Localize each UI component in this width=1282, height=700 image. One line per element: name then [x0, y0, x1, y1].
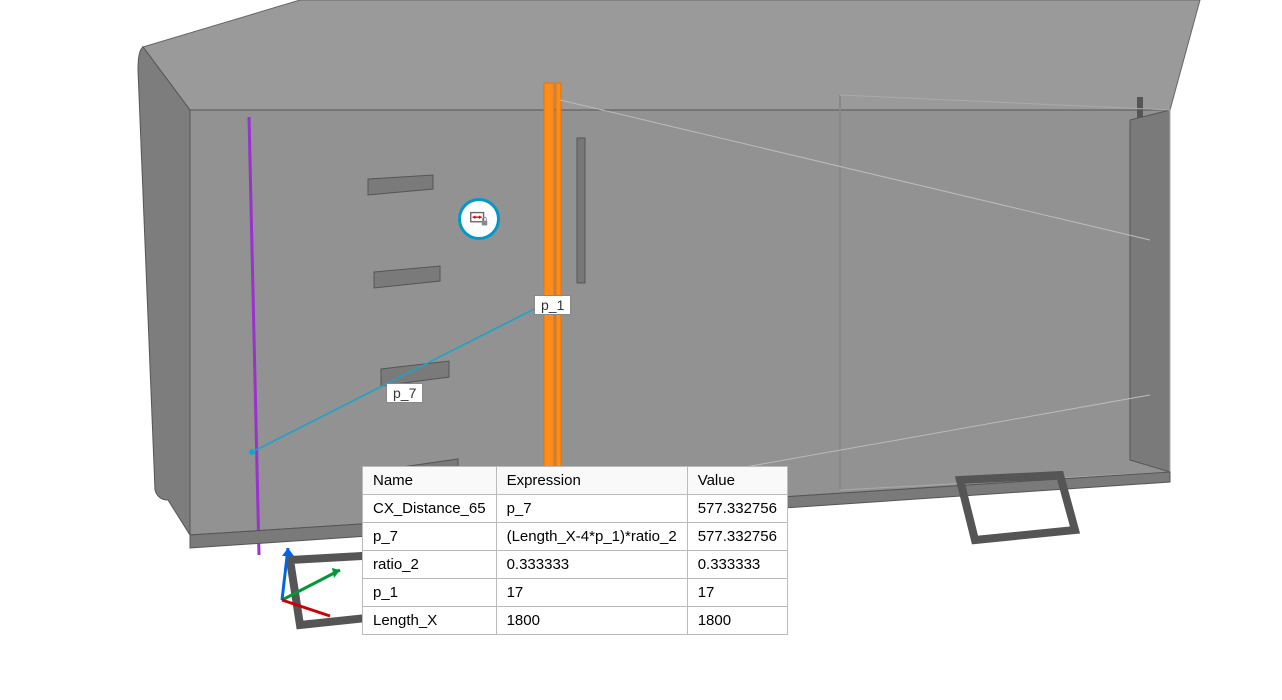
- table-row[interactable]: ratio_2 0.333333 0.333333: [363, 551, 788, 579]
- expressions-table[interactable]: Name Expression Value CX_Distance_65 p_7…: [362, 466, 788, 635]
- col-value: Value: [687, 467, 787, 495]
- table-row[interactable]: Length_X 1800 1800: [363, 607, 788, 635]
- cad-viewport[interactable]: p_1 p_7 Name Expression Value CX_Distanc…: [0, 0, 1282, 700]
- col-expression: Expression: [496, 467, 687, 495]
- table-row[interactable]: CX_Distance_65 p_7 577.332756: [363, 495, 788, 523]
- col-name: Name: [363, 467, 497, 495]
- param-label-p7[interactable]: p_7: [386, 383, 423, 403]
- table-row[interactable]: p_7 (Length_X-4*p_1)*ratio_2 577.332756: [363, 523, 788, 551]
- table-header-row: Name Expression Value: [363, 467, 788, 495]
- constraint-lock-icon[interactable]: [458, 198, 500, 240]
- table-row[interactable]: p_1 17 17: [363, 579, 788, 607]
- param-label-p1[interactable]: p_1: [534, 295, 571, 315]
